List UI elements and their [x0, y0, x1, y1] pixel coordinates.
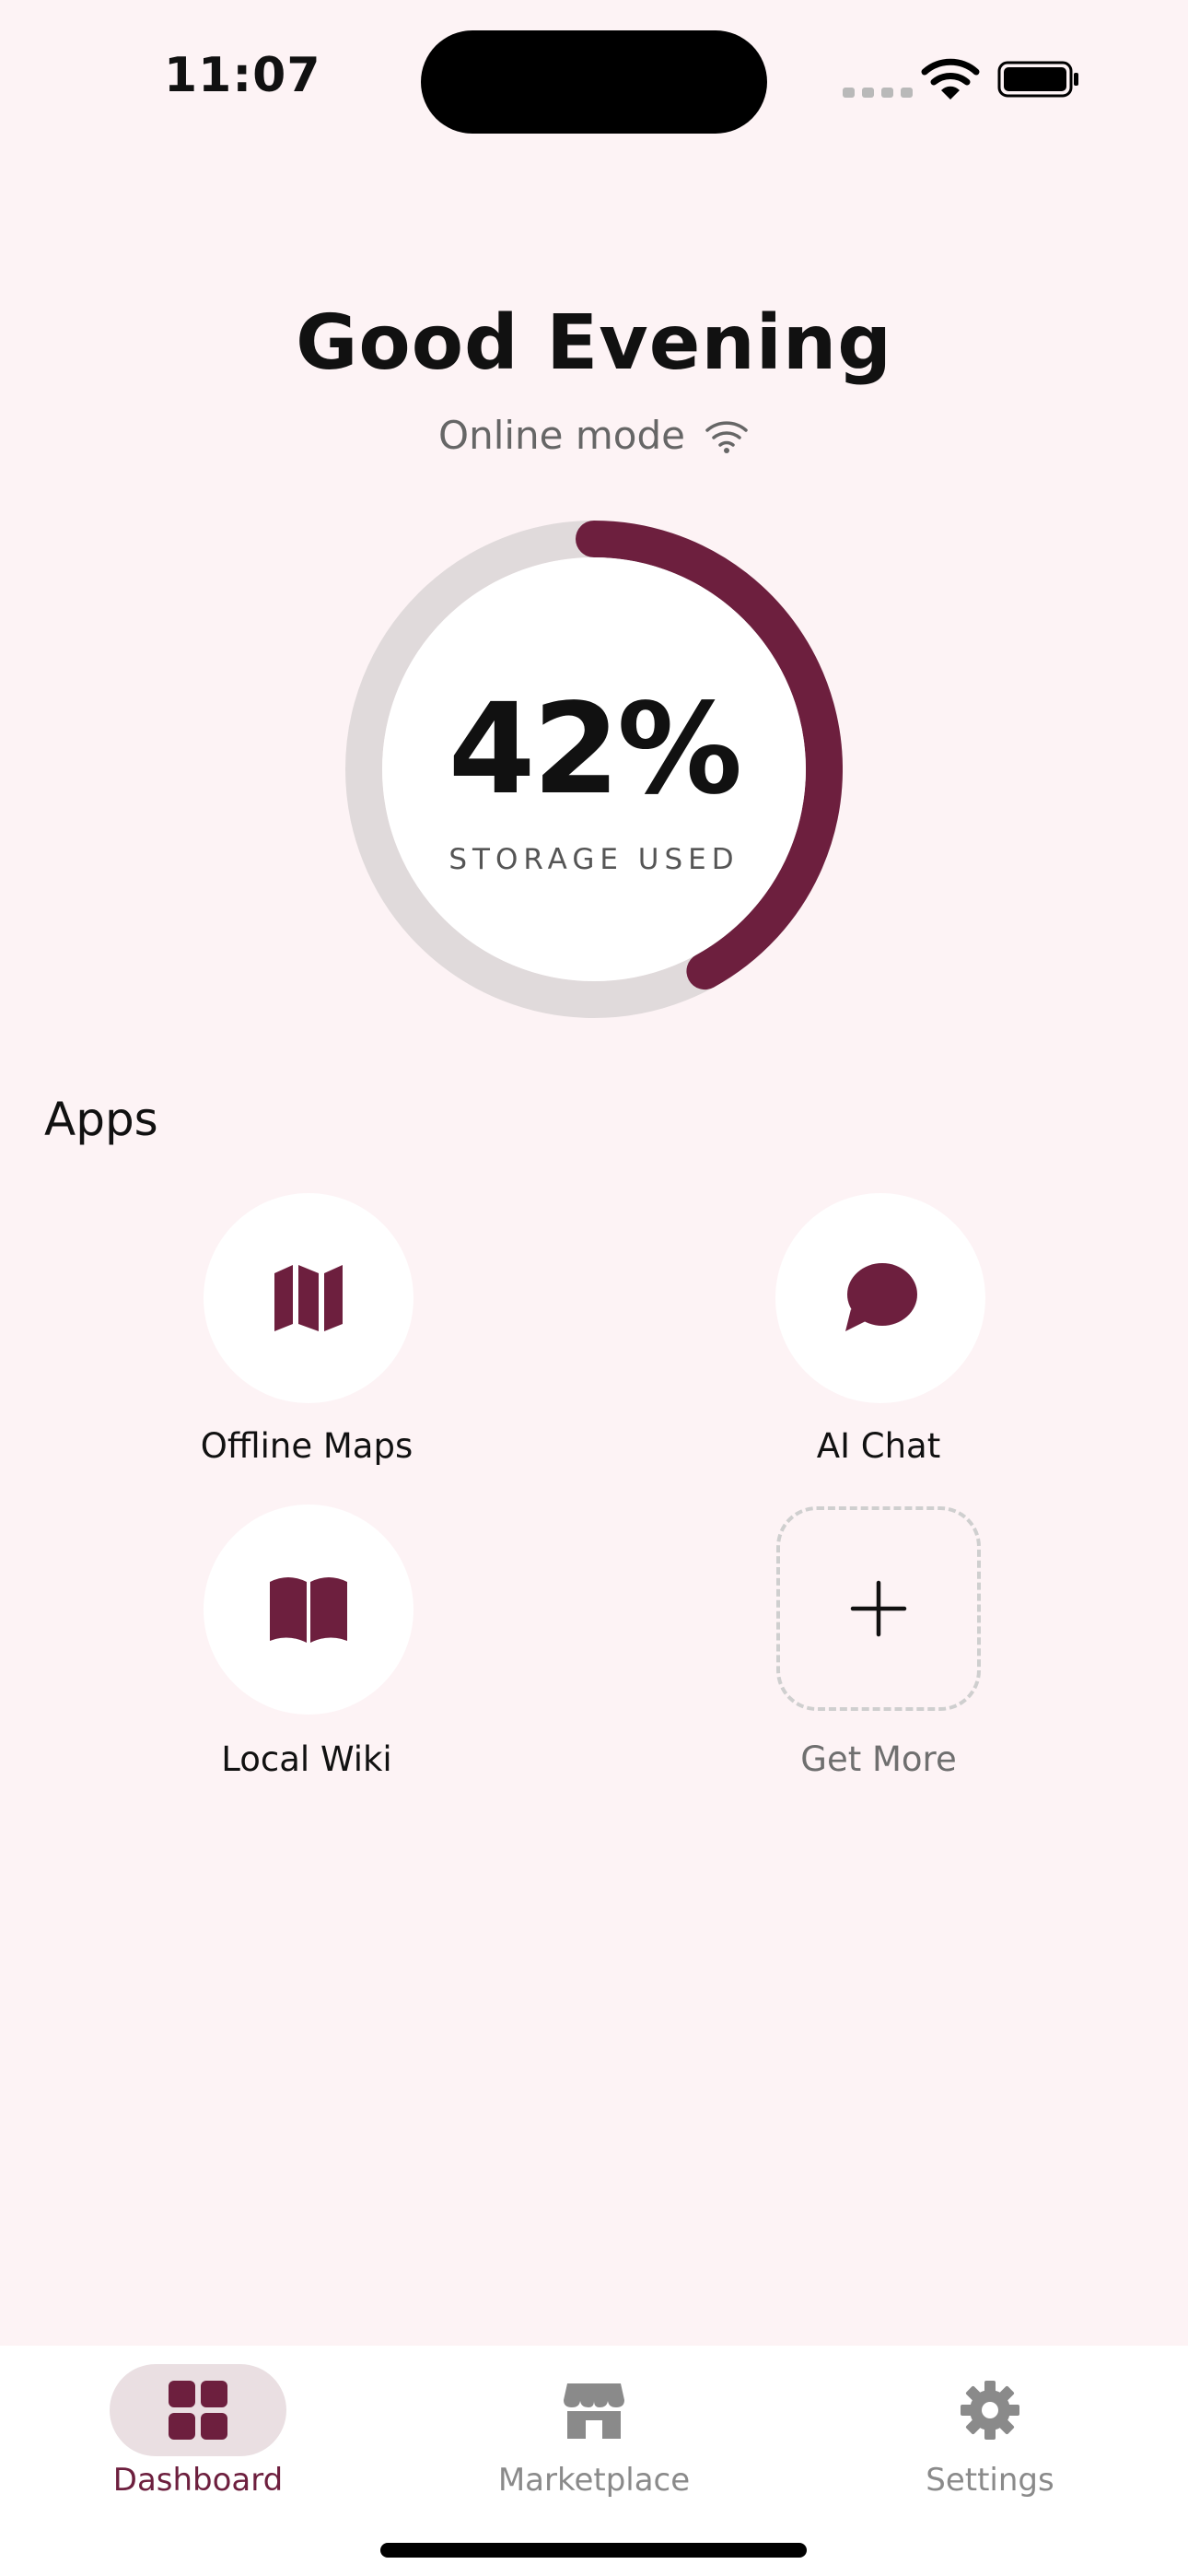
storage-label: STORAGE USED — [448, 843, 740, 876]
app-offline-maps-button[interactable] — [204, 1193, 413, 1403]
app-ai-chat-label: AI Chat — [816, 1426, 941, 1466]
tab-settings[interactable]: Settings — [852, 2364, 1128, 2499]
storage-percent: 42% — [448, 677, 743, 823]
map-icon — [274, 1265, 343, 1331]
get-more-label: Get More — [800, 1739, 957, 1779]
tab-settings-label: Settings — [926, 2462, 1054, 2499]
cellular-signal-icon — [843, 88, 913, 98]
home-indicator — [380, 2543, 807, 2558]
greeting-title: Good Evening — [296, 299, 892, 387]
app-local-wiki-button[interactable] — [204, 1505, 413, 1715]
plus-icon — [850, 1580, 907, 1637]
tab-dashboard-label: Dashboard — [112, 2462, 284, 2499]
tab-marketplace-label: Marketplace — [497, 2462, 691, 2499]
app-ai-chat-button[interactable] — [775, 1193, 985, 1403]
tab-marketplace-highlight — [506, 2364, 682, 2456]
tab-settings-highlight — [902, 2364, 1078, 2456]
store-icon — [564, 2383, 624, 2439]
dynamic-island — [421, 30, 767, 134]
chat-bubble-icon — [845, 1263, 917, 1331]
app-offline-maps-label: Offline Maps — [200, 1426, 413, 1466]
battery-icon — [997, 61, 1078, 98]
tab-dashboard[interactable]: Dashboard — [60, 2364, 336, 2499]
app-local-wiki-label: Local Wiki — [221, 1739, 392, 1779]
wifi-icon — [705, 420, 748, 453]
book-icon — [270, 1577, 347, 1643]
grid-icon — [169, 2381, 227, 2440]
connection-mode: Online mode — [0, 413, 1188, 458]
wifi-icon — [921, 58, 980, 100]
connection-mode-label: Online mode — [438, 413, 685, 458]
gear-icon — [961, 2381, 1019, 2440]
tab-marketplace[interactable]: Marketplace — [456, 2364, 732, 2499]
tab-dashboard-highlight — [110, 2364, 286, 2456]
apps-heading: Apps — [44, 1093, 158, 1146]
get-more-button[interactable] — [776, 1506, 981, 1711]
status-time: 11:07 — [164, 48, 321, 103]
